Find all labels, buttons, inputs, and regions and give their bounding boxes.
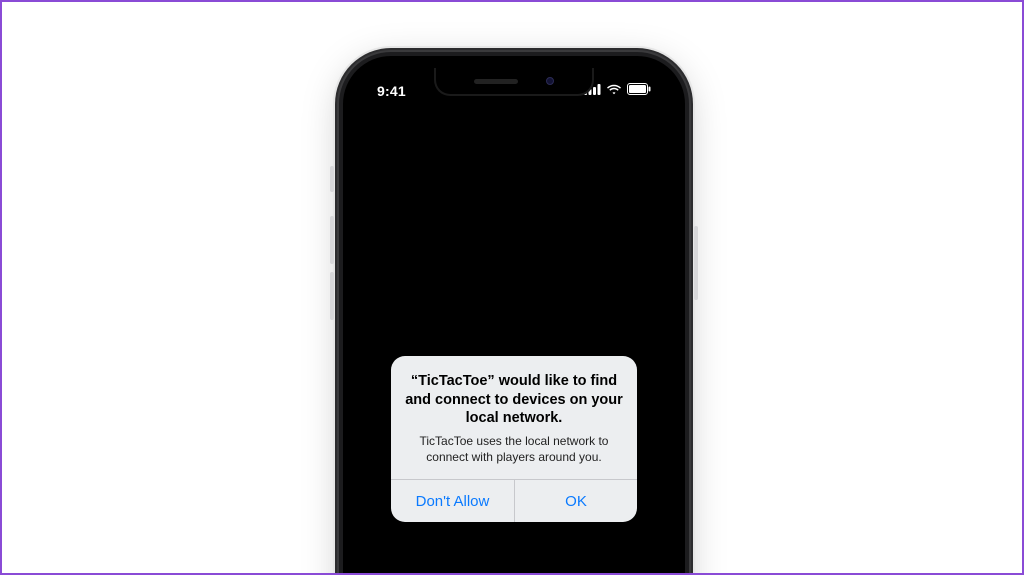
volume-up-button	[330, 216, 334, 264]
phone-screen: 9:41	[355, 68, 673, 575]
alert-message: TicTacToe uses the local network to conn…	[405, 433, 623, 465]
dont-allow-button[interactable]: Don't Allow	[391, 480, 514, 522]
notch	[434, 68, 594, 96]
ok-button[interactable]: OK	[514, 480, 637, 522]
permission-alert: “TicTacToe” would like to find and conne…	[391, 356, 637, 522]
canvas: 9:41	[0, 0, 1024, 575]
battery-icon	[627, 82, 651, 100]
alert-body: “TicTacToe” would like to find and conne…	[391, 356, 637, 479]
alert-title: “TicTacToe” would like to find and conne…	[405, 372, 623, 428]
mute-switch	[330, 166, 334, 192]
power-button	[694, 226, 698, 300]
status-right-cluster	[584, 82, 651, 100]
wifi-icon	[606, 82, 622, 100]
alert-actions: Don't Allow OK	[391, 479, 637, 522]
earpiece-speaker	[474, 79, 518, 84]
front-camera	[546, 77, 554, 85]
volume-down-button	[330, 272, 334, 320]
phone-frame: 9:41	[343, 56, 685, 575]
status-time: 9:41	[377, 83, 406, 99]
